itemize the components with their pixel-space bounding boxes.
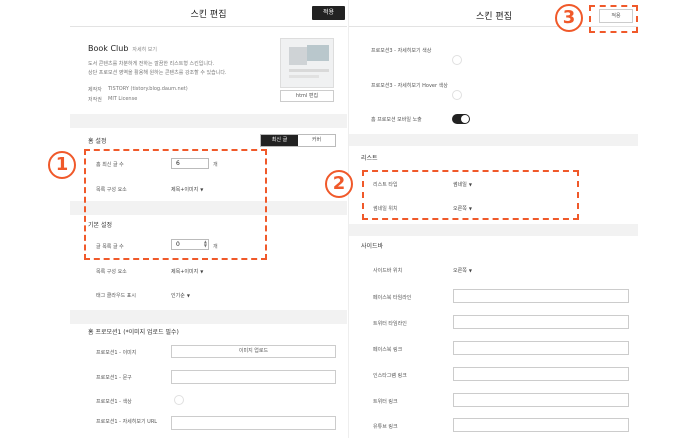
- section-divider: [349, 134, 638, 146]
- skin-name-text: Book Club: [88, 44, 129, 53]
- twitter-timeline-label: 트위터 타임라인: [373, 321, 407, 327]
- facebook-link-label: 페이스북 링크: [373, 347, 403, 353]
- promo1-image-label: 프로모션1 - 이미지: [96, 350, 137, 356]
- chevron-down-icon: ▼: [186, 293, 190, 298]
- highlight-box-1: [84, 149, 267, 260]
- author-label: 제작자: [88, 87, 102, 93]
- apply-button[interactable]: 적용: [312, 6, 345, 20]
- left-page-title: 스킨 편집: [190, 10, 227, 20]
- tag-cloud-value: 인기순: [171, 293, 185, 299]
- seg-latest-posts[interactable]: 최신 글: [261, 135, 298, 146]
- promo1-color-picker[interactable]: [174, 395, 184, 405]
- promo1-url-label: 프로모션1 - 자세히보기 URL: [96, 419, 158, 425]
- author-value: TISTORY (tistory.blog.daum.net): [108, 86, 188, 92]
- promo1-text-label: 프로모션1 - 문구: [96, 375, 132, 381]
- section-divider: [349, 224, 638, 236]
- twitter-link-label: 트위터 링크: [373, 399, 398, 405]
- home-promo1-title: 홈 프로모션1 (*이미지 업로드 필수): [88, 329, 179, 336]
- post-list-element-value: 제목+이미지: [171, 269, 199, 275]
- promo1-image-upload-button[interactable]: 이미지 업로드: [171, 345, 336, 358]
- annotation-badge-3: 3: [555, 4, 583, 32]
- license-label: 저작권: [88, 97, 102, 103]
- highlight-box-3: [589, 5, 638, 33]
- skin-description: 도서 콘텐츠를 차분하게 전하는 깔끔한 리스트형 스킨입니다. 상단 프로모션…: [88, 60, 288, 78]
- home-promo-mobile-toggle[interactable]: [452, 114, 470, 124]
- post-list-element-dropdown[interactable]: 제목+이미지 ▼: [171, 268, 203, 275]
- post-list-element-label: 목록 구성 요소: [96, 269, 127, 275]
- promo1-url-input[interactable]: [171, 416, 336, 430]
- sidebar-position-value: 오른쪽: [453, 268, 467, 274]
- toggle-knob: [461, 115, 469, 123]
- promo3-color-picker[interactable]: [452, 55, 462, 65]
- home-settings-title: 홈 설정: [88, 138, 107, 145]
- left-header: 스킨 편집 적용: [70, 0, 347, 27]
- annotation-badge-2: 2: [325, 170, 353, 198]
- skin-thumbnail: [280, 38, 334, 88]
- promo3-hover-color-picker[interactable]: [452, 90, 462, 100]
- promo3-hover-label: 프로모션3 - 자세히보기 Hover 색상: [371, 83, 448, 89]
- skin-description-line2: 상단 프로모션 영역을 활용해 원하는 콘텐츠를 강조할 수 있습니다.: [88, 70, 227, 76]
- author-row: 제작자 TISTORY (tistory.blog.daum.net): [88, 86, 188, 93]
- youtube-link-input[interactable]: [453, 418, 629, 432]
- chevron-down-icon: ▼: [200, 269, 204, 274]
- annotation-badge-1: 1: [48, 151, 76, 179]
- list-section-title: 리스트: [361, 155, 378, 162]
- twitter-timeline-input[interactable]: [453, 315, 629, 329]
- promo1-color-label: 프로모션1 - 색상: [96, 399, 132, 405]
- tag-cloud-label: 태그 클라우드 표시: [96, 293, 136, 299]
- skin-description-line1: 도서 콘텐츠를 차분하게 전하는 깔끔한 리스트형 스킨입니다.: [88, 61, 215, 67]
- facebook-timeline-label: 페이스북 타임라인: [373, 295, 412, 301]
- promo3-color-label: 프로모션3 - 자세히보기 색상: [371, 48, 432, 54]
- highlight-box-2: [362, 170, 579, 220]
- twitter-link-input[interactable]: [453, 393, 629, 407]
- home-promo-mobile-label: 홈 프로모션 모바일 노출: [371, 117, 422, 123]
- html-edit-button[interactable]: html 편집: [280, 90, 334, 102]
- sidebar-position-dropdown[interactable]: 오른쪽 ▼: [453, 267, 472, 274]
- license-value: MIT License: [108, 96, 138, 102]
- sidebar-position-label: 사이드바 위치: [373, 268, 403, 274]
- instagram-link-input[interactable]: [453, 367, 629, 381]
- license-row: 저작권 MIT License: [88, 96, 137, 103]
- tag-cloud-dropdown[interactable]: 인기순 ▼: [171, 292, 190, 299]
- chevron-down-icon: ▼: [468, 268, 472, 273]
- promo1-text-input[interactable]: [171, 370, 336, 384]
- home-type-toggle[interactable]: 최신 글 커버: [260, 134, 336, 147]
- youtube-link-label: 유튜브 링크: [373, 424, 398, 430]
- facebook-timeline-input[interactable]: [453, 289, 629, 303]
- skin-name: Book Club 자세히 보기: [88, 44, 157, 53]
- section-divider: [70, 310, 347, 324]
- skin-detail-link[interactable]: 자세히 보기: [132, 47, 157, 53]
- facebook-link-input[interactable]: [453, 341, 629, 355]
- instagram-link-label: 인스타그램 링크: [373, 373, 407, 379]
- seg-cover[interactable]: 커버: [298, 135, 335, 146]
- section-divider: [70, 114, 347, 128]
- sidebar-section-title: 사이드바: [361, 243, 384, 250]
